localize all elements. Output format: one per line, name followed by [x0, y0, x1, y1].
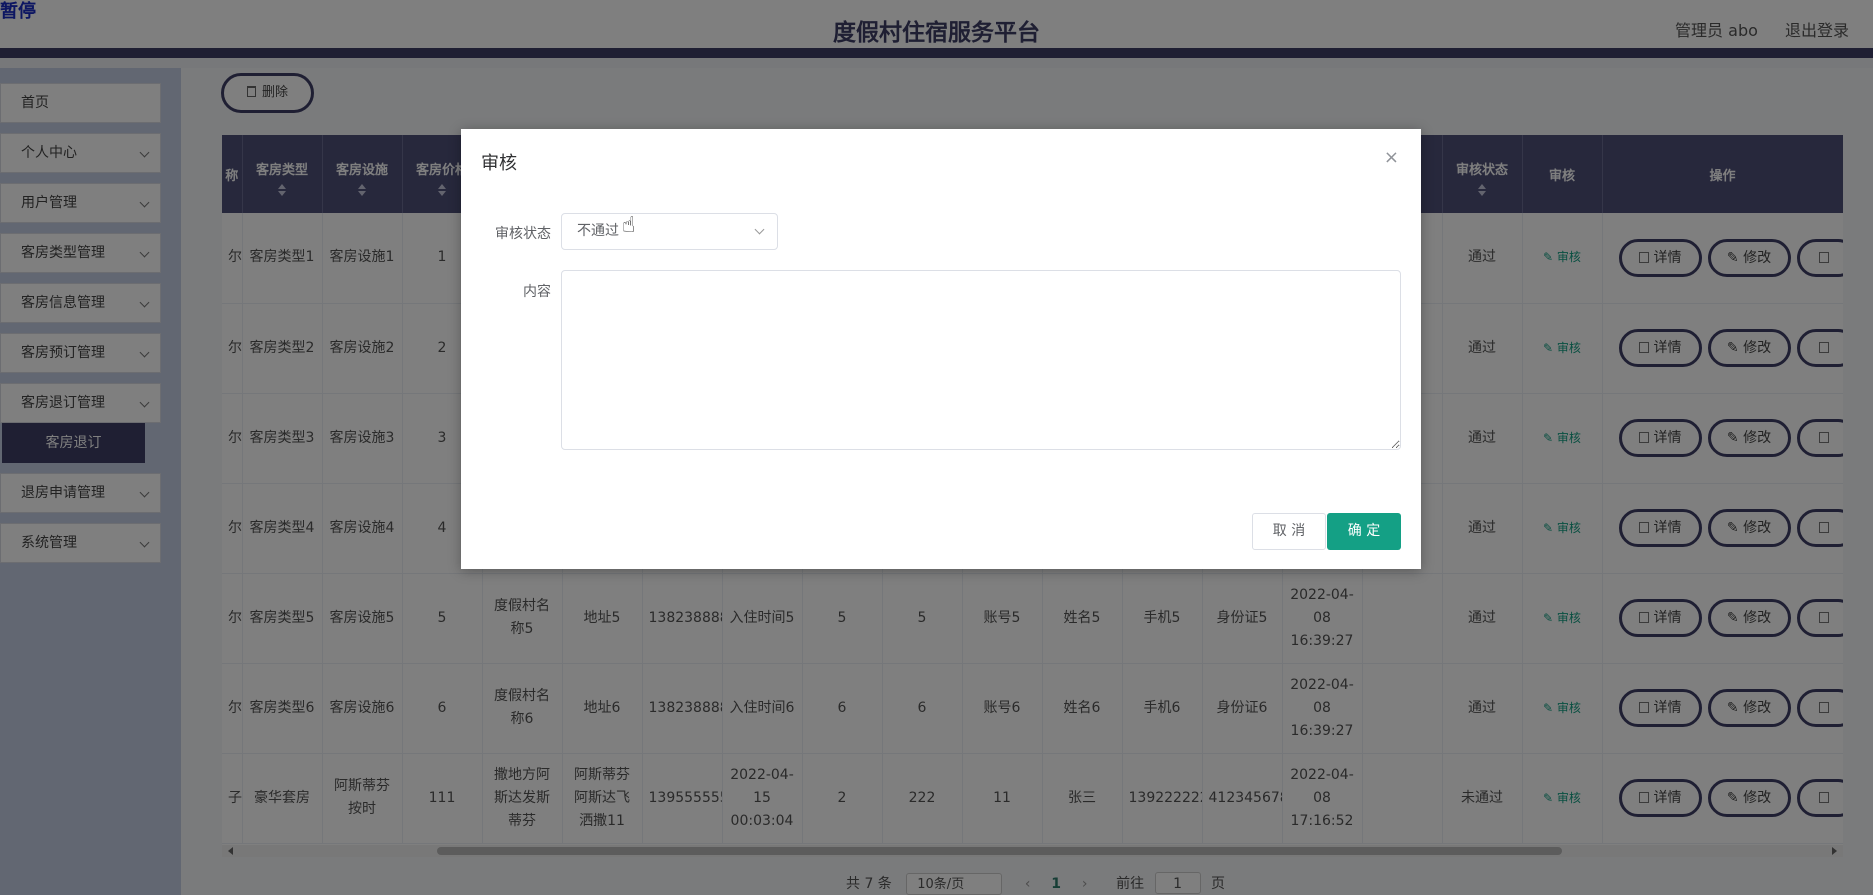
status-label: 审核状态	[495, 226, 551, 242]
chevron-down-icon	[754, 224, 765, 235]
cancel-button[interactable]: 取 消	[1252, 513, 1326, 550]
review-dialog: 审核 × 审核状态 不通过 内容 取 消 确 定	[461, 129, 1421, 569]
status-select[interactable]: 不通过	[561, 213, 778, 250]
confirm-button[interactable]: 确 定	[1327, 513, 1401, 550]
dialog-title: 审核	[481, 153, 517, 174]
pointer-cursor-icon: ☝	[622, 213, 636, 238]
content-textarea[interactable]	[561, 270, 1401, 450]
content-label: 内容	[523, 284, 551, 300]
close-icon[interactable]: ×	[1384, 147, 1399, 168]
status-selected-value: 不通过	[577, 223, 619, 239]
